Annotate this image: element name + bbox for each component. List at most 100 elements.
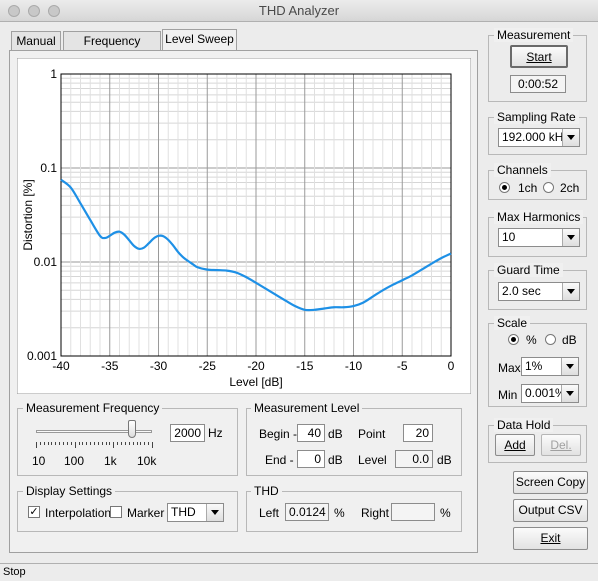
max-harmonics-title: Max Harmonics bbox=[494, 210, 584, 224]
level-label: Level bbox=[358, 453, 387, 467]
scale-max-select[interactable]: 1% bbox=[521, 357, 579, 376]
frequency-input[interactable]: 2000 bbox=[170, 424, 205, 442]
max-harmonics-select[interactable]: 10 bbox=[498, 228, 580, 247]
display-mode-select[interactable]: THD bbox=[167, 503, 224, 522]
tab-level-sweep[interactable]: Level Sweep bbox=[162, 29, 237, 51]
distortion-chart: -40 -35 -30 -25 -20 -15 -10 -5 010.10.010.001Lev… bbox=[17, 58, 471, 394]
slider-tick bbox=[39, 442, 41, 445]
x-axis-label: Level [dB] bbox=[229, 375, 282, 389]
freq-tick-label-100: 100 bbox=[64, 454, 85, 468]
slider-tick bbox=[124, 442, 126, 445]
scale-min-value: 0.001% bbox=[525, 386, 566, 400]
point-input[interactable]: 20 bbox=[403, 424, 433, 442]
start-button-label: Start bbox=[526, 50, 552, 64]
chevron-down-icon bbox=[562, 229, 579, 246]
display-mode-value: THD bbox=[171, 505, 196, 519]
guard-time-value: 2.0 sec bbox=[502, 284, 541, 298]
max-harmonics-value: 10 bbox=[502, 230, 516, 244]
sampling-rate-select[interactable]: 192.000 kHz bbox=[498, 128, 580, 147]
y-tick-label: 0.001 bbox=[27, 349, 57, 363]
slider-tick bbox=[47, 442, 49, 445]
output-csv-button[interactable]: Output CSV bbox=[513, 499, 588, 522]
chevron-down-icon bbox=[561, 385, 578, 402]
slider-tick bbox=[90, 442, 92, 445]
sampling-rate-title: Sampling Rate bbox=[494, 110, 579, 124]
slider-tick bbox=[55, 442, 57, 445]
thd-title: THD bbox=[251, 484, 282, 498]
x-tick-label: -30 bbox=[150, 359, 168, 373]
x-tick-label: -35 bbox=[101, 359, 119, 373]
slider-tick bbox=[128, 442, 130, 445]
chevron-down-icon bbox=[206, 504, 223, 521]
marker-checkbox[interactable] bbox=[110, 506, 122, 518]
scale-max-value: 1% bbox=[525, 359, 543, 373]
elapsed-time-readout: 0:00:52 bbox=[510, 75, 566, 93]
thd-left-readout: 0.0124 bbox=[285, 503, 329, 521]
channel-2ch-radio[interactable] bbox=[543, 182, 554, 193]
freq-tick-label-1k: 1k bbox=[104, 454, 117, 468]
x-tick-label: -5 bbox=[397, 359, 408, 373]
freq-tick-label-10: 10 bbox=[32, 454, 46, 468]
x-tick-label: -15 bbox=[296, 359, 314, 373]
slider-tick bbox=[94, 442, 95, 445]
del-button[interactable]: Del. bbox=[541, 434, 581, 456]
channel-2ch-label: 2ch bbox=[560, 181, 580, 195]
thd-right-pct: % bbox=[440, 506, 451, 520]
end-label: End - bbox=[265, 453, 294, 467]
start-button[interactable]: Start bbox=[510, 45, 568, 68]
slider-tick bbox=[78, 442, 80, 445]
scale-max-label: Max bbox=[498, 361, 521, 375]
slider-tick bbox=[117, 442, 119, 445]
sampling-rate-value: 192.000 kHz bbox=[502, 130, 570, 144]
scale-db-radio[interactable] bbox=[545, 334, 556, 345]
level-db-unit: dB bbox=[437, 453, 452, 467]
slider-tick bbox=[51, 442, 53, 445]
y-tick-label: 1 bbox=[50, 67, 57, 81]
slider-tick bbox=[66, 442, 68, 445]
measurement-level-title: Measurement Level bbox=[251, 401, 363, 415]
guard-time-select[interactable]: 2.0 sec bbox=[498, 282, 580, 301]
interpolation-label: Interpolation bbox=[45, 506, 112, 520]
frequency-unit: Hz bbox=[208, 426, 223, 440]
slider-tick bbox=[148, 442, 150, 445]
exit-button[interactable]: Exit bbox=[513, 527, 588, 550]
scale-percent-radio[interactable] bbox=[508, 334, 519, 345]
screen-copy-button[interactable]: Screen Copy bbox=[513, 471, 588, 494]
channel-1ch-label: 1ch bbox=[518, 181, 538, 195]
scale-title: Scale bbox=[494, 316, 531, 330]
tab-frequency-sweep[interactable]: Frequency Sweep bbox=[63, 31, 161, 66]
x-tick-label: -20 bbox=[247, 359, 265, 373]
tab-manual[interactable]: Manual bbox=[11, 31, 61, 50]
frequency-slider-thumb[interactable] bbox=[128, 420, 137, 438]
slider-tick bbox=[132, 442, 134, 445]
slider-tick bbox=[101, 442, 103, 445]
slider-tick bbox=[121, 442, 123, 445]
interpolation-checkbox[interactable]: ✓ bbox=[28, 506, 40, 518]
freq-tick-label-10k: 10k bbox=[137, 454, 157, 468]
chevron-down-icon bbox=[562, 129, 579, 146]
slider-tick bbox=[152, 442, 153, 448]
scale-min-select[interactable]: 0.001% bbox=[521, 384, 579, 403]
end-level-input[interactable]: 0 bbox=[297, 450, 325, 468]
begin-level-input[interactable]: 40 bbox=[297, 424, 325, 442]
y-tick-label: 0.01 bbox=[34, 255, 58, 269]
thd-left-pct: % bbox=[334, 506, 345, 520]
chevron-down-icon bbox=[561, 358, 578, 375]
status-bar: Stop bbox=[0, 563, 598, 580]
x-tick-label: 0 bbox=[448, 359, 455, 373]
slider-tick bbox=[43, 442, 45, 445]
add-button[interactable]: Add bbox=[495, 434, 535, 456]
y-tick-label: 0.1 bbox=[40, 161, 57, 175]
guard-time-title: Guard Time bbox=[494, 263, 563, 277]
marker-label: Marker bbox=[127, 506, 165, 520]
level-readout: 0.0 bbox=[395, 450, 433, 468]
add-button-label: Add bbox=[504, 438, 526, 452]
slider-tick bbox=[105, 442, 107, 445]
end-db-unit: dB bbox=[328, 453, 343, 467]
channel-1ch-radio[interactable] bbox=[499, 182, 510, 193]
slider-tick bbox=[70, 442, 72, 445]
frequency-slider-ticks bbox=[36, 442, 153, 448]
slider-tick bbox=[82, 442, 84, 445]
slider-tick bbox=[59, 442, 61, 445]
channels-title: Channels bbox=[494, 163, 551, 177]
